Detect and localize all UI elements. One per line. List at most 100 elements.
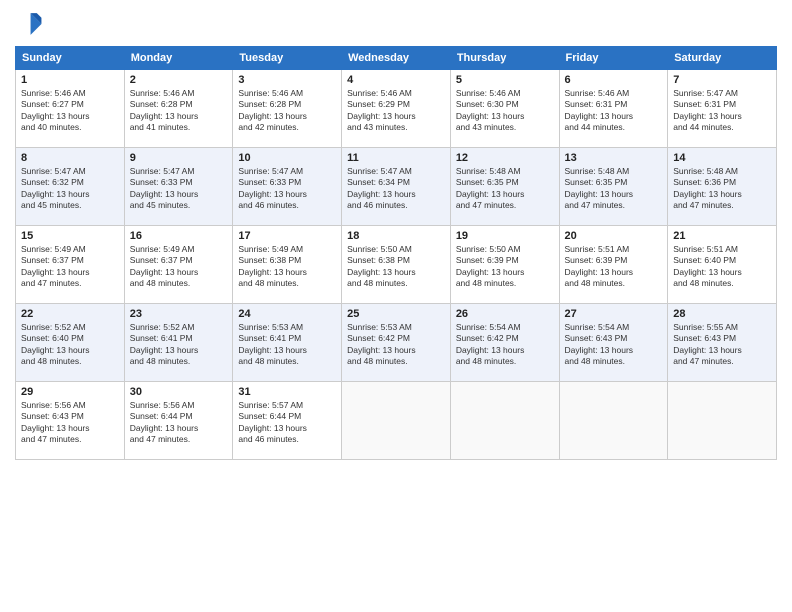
weekday-header: Friday: [559, 47, 668, 70]
day-number: 2: [130, 74, 228, 86]
calendar-cell: [668, 382, 777, 460]
calendar-cell: 22 Sunrise: 5:52 AMSunset: 6:40 PMDayligh…: [16, 304, 125, 382]
day-number: 25: [347, 308, 445, 320]
calendar-week-row: 15 Sunrise: 5:49 AMSunset: 6:37 PMDayligh…: [16, 226, 777, 304]
day-info: Sunrise: 5:52 AMSunset: 6:40 PMDaylight:…: [21, 322, 119, 368]
day-number: 16: [130, 230, 228, 242]
calendar-cell: 27Sunrise: 5:54 AMSunset: 6:43 PMDayligh…: [559, 304, 668, 382]
day-number: 28: [673, 308, 771, 320]
calendar-cell: 23 Sunrise: 5:52 AMSunset: 6:41 PMDayligh…: [124, 304, 233, 382]
day-number: 20: [565, 230, 663, 242]
day-number: 13: [565, 152, 663, 164]
calendar-cell: 28Sunrise: 5:55 AMSunset: 6:43 PMDayligh…: [668, 304, 777, 382]
day-info: Sunrise: 5:50 AMSunset: 6:39 PMDaylight:…: [456, 244, 554, 290]
day-info: Sunrise: 5:47 AMSunset: 6:33 PMDaylight:…: [130, 166, 228, 212]
calendar-cell: 7 Sunrise: 5:47 AMSunset: 6:31 PMDaylight…: [668, 70, 777, 148]
calendar-cell: 24Sunrise: 5:53 AMSunset: 6:41 PMDayligh…: [233, 304, 342, 382]
day-info: Sunrise: 5:49 AMSunset: 6:37 PMDaylight:…: [130, 244, 228, 290]
calendar-cell: 6 Sunrise: 5:46 AMSunset: 6:31 PMDaylight…: [559, 70, 668, 148]
day-info: Sunrise: 5:52 AMSunset: 6:41 PMDaylight:…: [130, 322, 228, 368]
calendar-cell: [559, 382, 668, 460]
day-number: 15: [21, 230, 119, 242]
calendar-cell: 2 Sunrise: 5:46 AMSunset: 6:28 PMDaylight…: [124, 70, 233, 148]
day-number: 14: [673, 152, 771, 164]
day-number: 7: [673, 74, 771, 86]
day-number: 29: [21, 386, 119, 398]
calendar-week-row: 29 Sunrise: 5:56 AMSunset: 6:43 PMDayligh…: [16, 382, 777, 460]
day-number: 30: [130, 386, 228, 398]
day-info: Sunrise: 5:56 AMSunset: 6:43 PMDaylight:…: [21, 400, 119, 446]
day-info: Sunrise: 5:51 AMSunset: 6:39 PMDaylight:…: [565, 244, 663, 290]
calendar-cell: 17 Sunrise: 5:49 AMSunset: 6:38 PMDayligh…: [233, 226, 342, 304]
calendar-cell: 1 Sunrise: 5:46 AMSunset: 6:27 PMDaylight…: [16, 70, 125, 148]
calendar-header-row: SundayMondayTuesdayWednesdayThursdayFrid…: [16, 47, 777, 70]
day-number: 3: [238, 74, 336, 86]
day-info: Sunrise: 5:46 AMSunset: 6:29 PMDaylight:…: [347, 88, 445, 134]
day-number: 9: [130, 152, 228, 164]
day-info: Sunrise: 5:51 AMSunset: 6:40 PMDaylight:…: [673, 244, 771, 290]
day-number: 21: [673, 230, 771, 242]
calendar-cell: 4 Sunrise: 5:46 AMSunset: 6:29 PMDaylight…: [342, 70, 451, 148]
calendar-cell: 11 Sunrise: 5:47 AMSunset: 6:34 PMDayligh…: [342, 148, 451, 226]
weekday-header: Saturday: [668, 47, 777, 70]
day-info: Sunrise: 5:47 AMSunset: 6:31 PMDaylight:…: [673, 88, 771, 134]
calendar-cell: 14 Sunrise: 5:48 AMSunset: 6:36 PMDayligh…: [668, 148, 777, 226]
day-info: Sunrise: 5:49 AMSunset: 6:37 PMDaylight:…: [21, 244, 119, 290]
calendar-cell: 16 Sunrise: 5:49 AMSunset: 6:37 PMDayligh…: [124, 226, 233, 304]
calendar-cell: 31Sunrise: 5:57 AMSunset: 6:44 PMDayligh…: [233, 382, 342, 460]
calendar-cell: 10 Sunrise: 5:47 AMSunset: 6:33 PMDayligh…: [233, 148, 342, 226]
day-info: Sunrise: 5:46 AMSunset: 6:30 PMDaylight:…: [456, 88, 554, 134]
calendar-cell: [342, 382, 451, 460]
day-number: 5: [456, 74, 554, 86]
calendar-cell: 20 Sunrise: 5:51 AMSunset: 6:39 PMDayligh…: [559, 226, 668, 304]
calendar-week-row: 8 Sunrise: 5:47 AMSunset: 6:32 PMDaylight…: [16, 148, 777, 226]
day-number: 24: [238, 308, 336, 320]
day-number: 26: [456, 308, 554, 320]
calendar-cell: 19 Sunrise: 5:50 AMSunset: 6:39 PMDayligh…: [450, 226, 559, 304]
day-info: Sunrise: 5:48 AMSunset: 6:35 PMDaylight:…: [456, 166, 554, 212]
day-number: 8: [21, 152, 119, 164]
day-info: Sunrise: 5:50 AMSunset: 6:38 PMDaylight:…: [347, 244, 445, 290]
day-number: 11: [347, 152, 445, 164]
day-info: Sunrise: 5:54 AMSunset: 6:43 PMDaylight:…: [565, 322, 663, 368]
calendar-cell: 12Sunrise: 5:48 AMSunset: 6:35 PMDayligh…: [450, 148, 559, 226]
calendar-cell: 3 Sunrise: 5:46 AMSunset: 6:28 PMDaylight…: [233, 70, 342, 148]
logo-icon: [15, 10, 43, 38]
day-number: 1: [21, 74, 119, 86]
day-info: Sunrise: 5:47 AMSunset: 6:33 PMDaylight:…: [238, 166, 336, 212]
weekday-header: Sunday: [16, 47, 125, 70]
day-number: 10: [238, 152, 336, 164]
day-info: Sunrise: 5:48 AMSunset: 6:36 PMDaylight:…: [673, 166, 771, 212]
day-info: Sunrise: 5:57 AMSunset: 6:44 PMDaylight:…: [238, 400, 336, 446]
day-info: Sunrise: 5:53 AMSunset: 6:42 PMDaylight:…: [347, 322, 445, 368]
day-number: 23: [130, 308, 228, 320]
weekday-header: Tuesday: [233, 47, 342, 70]
calendar-cell: 9 Sunrise: 5:47 AMSunset: 6:33 PMDaylight…: [124, 148, 233, 226]
calendar-cell: 21 Sunrise: 5:51 AMSunset: 6:40 PMDayligh…: [668, 226, 777, 304]
calendar-cell: 30 Sunrise: 5:56 AMSunset: 6:44 PMDayligh…: [124, 382, 233, 460]
day-info: Sunrise: 5:47 AMSunset: 6:32 PMDaylight:…: [21, 166, 119, 212]
day-info: Sunrise: 5:46 AMSunset: 6:28 PMDaylight:…: [238, 88, 336, 134]
day-info: Sunrise: 5:46 AMSunset: 6:28 PMDaylight:…: [130, 88, 228, 134]
day-info: Sunrise: 5:49 AMSunset: 6:38 PMDaylight:…: [238, 244, 336, 290]
day-info: Sunrise: 5:46 AMSunset: 6:27 PMDaylight:…: [21, 88, 119, 134]
day-info: Sunrise: 5:46 AMSunset: 6:31 PMDaylight:…: [565, 88, 663, 134]
day-number: 22: [21, 308, 119, 320]
day-info: Sunrise: 5:47 AMSunset: 6:34 PMDaylight:…: [347, 166, 445, 212]
day-number: 17: [238, 230, 336, 242]
calendar-cell: 15 Sunrise: 5:49 AMSunset: 6:37 PMDayligh…: [16, 226, 125, 304]
day-number: 6: [565, 74, 663, 86]
weekday-header: Monday: [124, 47, 233, 70]
calendar-cell: [450, 382, 559, 460]
calendar-week-row: 1 Sunrise: 5:46 AMSunset: 6:27 PMDaylight…: [16, 70, 777, 148]
day-number: 4: [347, 74, 445, 86]
calendar-cell: 8 Sunrise: 5:47 AMSunset: 6:32 PMDaylight…: [16, 148, 125, 226]
calendar-table: SundayMondayTuesdayWednesdayThursdayFrid…: [15, 46, 777, 460]
day-info: Sunrise: 5:56 AMSunset: 6:44 PMDaylight:…: [130, 400, 228, 446]
calendar-cell: 26 Sunrise: 5:54 AMSunset: 6:42 PMDayligh…: [450, 304, 559, 382]
day-number: 19: [456, 230, 554, 242]
header: [15, 10, 777, 38]
day-info: Sunrise: 5:54 AMSunset: 6:42 PMDaylight:…: [456, 322, 554, 368]
weekday-header: Thursday: [450, 47, 559, 70]
calendar-cell: 18Sunrise: 5:50 AMSunset: 6:38 PMDayligh…: [342, 226, 451, 304]
